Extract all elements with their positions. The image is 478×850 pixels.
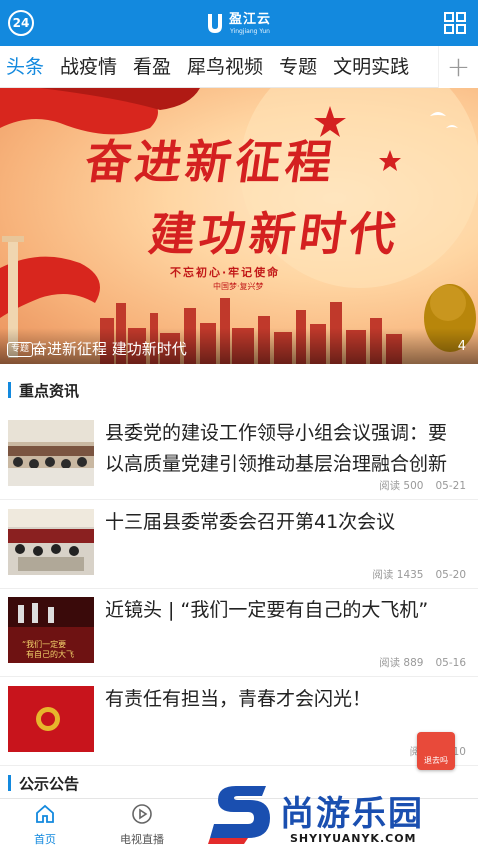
- logo-subtext: Yingjiang Yun: [230, 28, 270, 35]
- add-tab-button[interactable]: +: [438, 46, 478, 88]
- news-item[interactable]: 十三届县委常委会召开第41次会议 阅读 1435 05-20: [0, 501, 478, 589]
- svg-text:有自己的大飞: 有自己的大飞: [26, 649, 74, 659]
- news-thumbnail: [8, 420, 94, 486]
- app-logo: 盈江云 Yingjiang Yun: [205, 8, 271, 40]
- tab-kanying[interactable]: 看盈: [125, 46, 179, 88]
- news-thumbnail: [8, 509, 94, 575]
- grid-menu-icon[interactable]: [444, 12, 466, 34]
- news-meta: 阅读 500 05-21: [367, 478, 466, 493]
- news-meta: 阅读 889 05-16: [367, 655, 466, 670]
- watermark-logo-icon: [208, 786, 270, 844]
- section-accent-bar: [8, 775, 11, 791]
- news-title: 近镜头 | “我们一定要有自己的大飞机”: [105, 599, 429, 621]
- news-item[interactable]: 县委党的建设工作领导小组会议强调：要以高质量党建引领推动基层治理融合创新 阅读 …: [0, 412, 478, 500]
- news-thumbnail: [8, 686, 94, 752]
- news-title: 有责任有担当，青春才会闪光！: [105, 688, 372, 710]
- nav-tv-live[interactable]: 电视直播: [97, 803, 187, 847]
- home-icon: [36, 804, 54, 823]
- special-tag-badge: 专题: [7, 342, 34, 357]
- watermark-text: 尚游乐园: [280, 794, 424, 834]
- nav-tv-label: 电视直播: [120, 833, 164, 846]
- tab-hornbill-video[interactable]: 犀鸟视频: [179, 46, 271, 88]
- play-icon: [132, 804, 152, 824]
- logo-text: 盈江云: [229, 12, 272, 27]
- news-meta: 阅读 1435 05-20: [360, 567, 466, 582]
- section-accent-bar: [8, 382, 11, 398]
- news-thumbnail: “我们一定要 有自己的大飞: [8, 597, 94, 663]
- svg-text:“我们一定要: “我们一定要: [22, 639, 66, 649]
- section-title: 重点资讯: [19, 381, 80, 400]
- tab-civilization[interactable]: 文明实践: [325, 46, 417, 88]
- floating-action-badge[interactable]: 退去吗: [417, 732, 455, 770]
- nav-home-label: 首页: [34, 833, 56, 846]
- plus-icon: +: [446, 50, 471, 83]
- banner-sub-slogan: 中国梦·复兴梦: [213, 282, 264, 291]
- tab-headlines[interactable]: 头条: [0, 46, 52, 88]
- news-date: 05-16: [435, 657, 466, 669]
- news-date: 05-21: [435, 480, 466, 492]
- banner-headline-1: 奋进新征程: [81, 135, 340, 189]
- section-title: 公示公告: [19, 774, 80, 793]
- channel-24-button[interactable]: 24: [8, 10, 34, 36]
- category-tabs: 头条 战疫情 看盈 犀鸟视频 专题 文明实践 +: [0, 46, 478, 88]
- news-date: 05-20: [435, 569, 466, 581]
- banner-page-indicator: 4: [457, 339, 466, 354]
- news-item[interactable]: 有责任有担当，青春才会闪光！ 阅读 510: [0, 678, 478, 766]
- news-read-count: 阅读 889: [379, 657, 424, 669]
- banner-headline-2: 建功新时代: [145, 207, 404, 261]
- site-watermark: 尚游乐园 SHYIYUANYK.COM: [208, 776, 478, 850]
- news-read-count: 阅读 1435: [372, 569, 424, 581]
- tab-epidemic[interactable]: 战疫情: [52, 46, 125, 88]
- app-header: 24 盈江云 Yingjiang Yun: [0, 0, 478, 46]
- tab-special[interactable]: 专题: [271, 46, 325, 88]
- watermark-url: SHYIYUANYK.COM: [290, 832, 417, 845]
- logo-mark-icon: [208, 14, 222, 33]
- section-header-key-news: 重点资讯: [0, 370, 478, 410]
- news-item[interactable]: “我们一定要 有自己的大飞 近镜头 | “我们一定要有自己的大飞机” 阅读 88…: [0, 589, 478, 677]
- nav-home[interactable]: 首页: [0, 803, 90, 847]
- news-title: 十三届县委常委会召开第41次会议: [105, 511, 396, 533]
- news-read-count: 阅读 500: [379, 480, 424, 492]
- news-title: 县委党的建设工作领导小组会议强调：要以高质量党建引领推动基层治理融合创新: [105, 422, 448, 475]
- banner-caption: 奋进新征程 建功新时代: [32, 340, 187, 358]
- banner-carousel[interactable]: 奋进新征程 建功新时代 不忘初心·牢记使命 中国梦·复兴梦 专题 奋进新征程 建…: [0, 88, 478, 364]
- banner-slogan: 不忘初心·牢记使命: [170, 266, 281, 279]
